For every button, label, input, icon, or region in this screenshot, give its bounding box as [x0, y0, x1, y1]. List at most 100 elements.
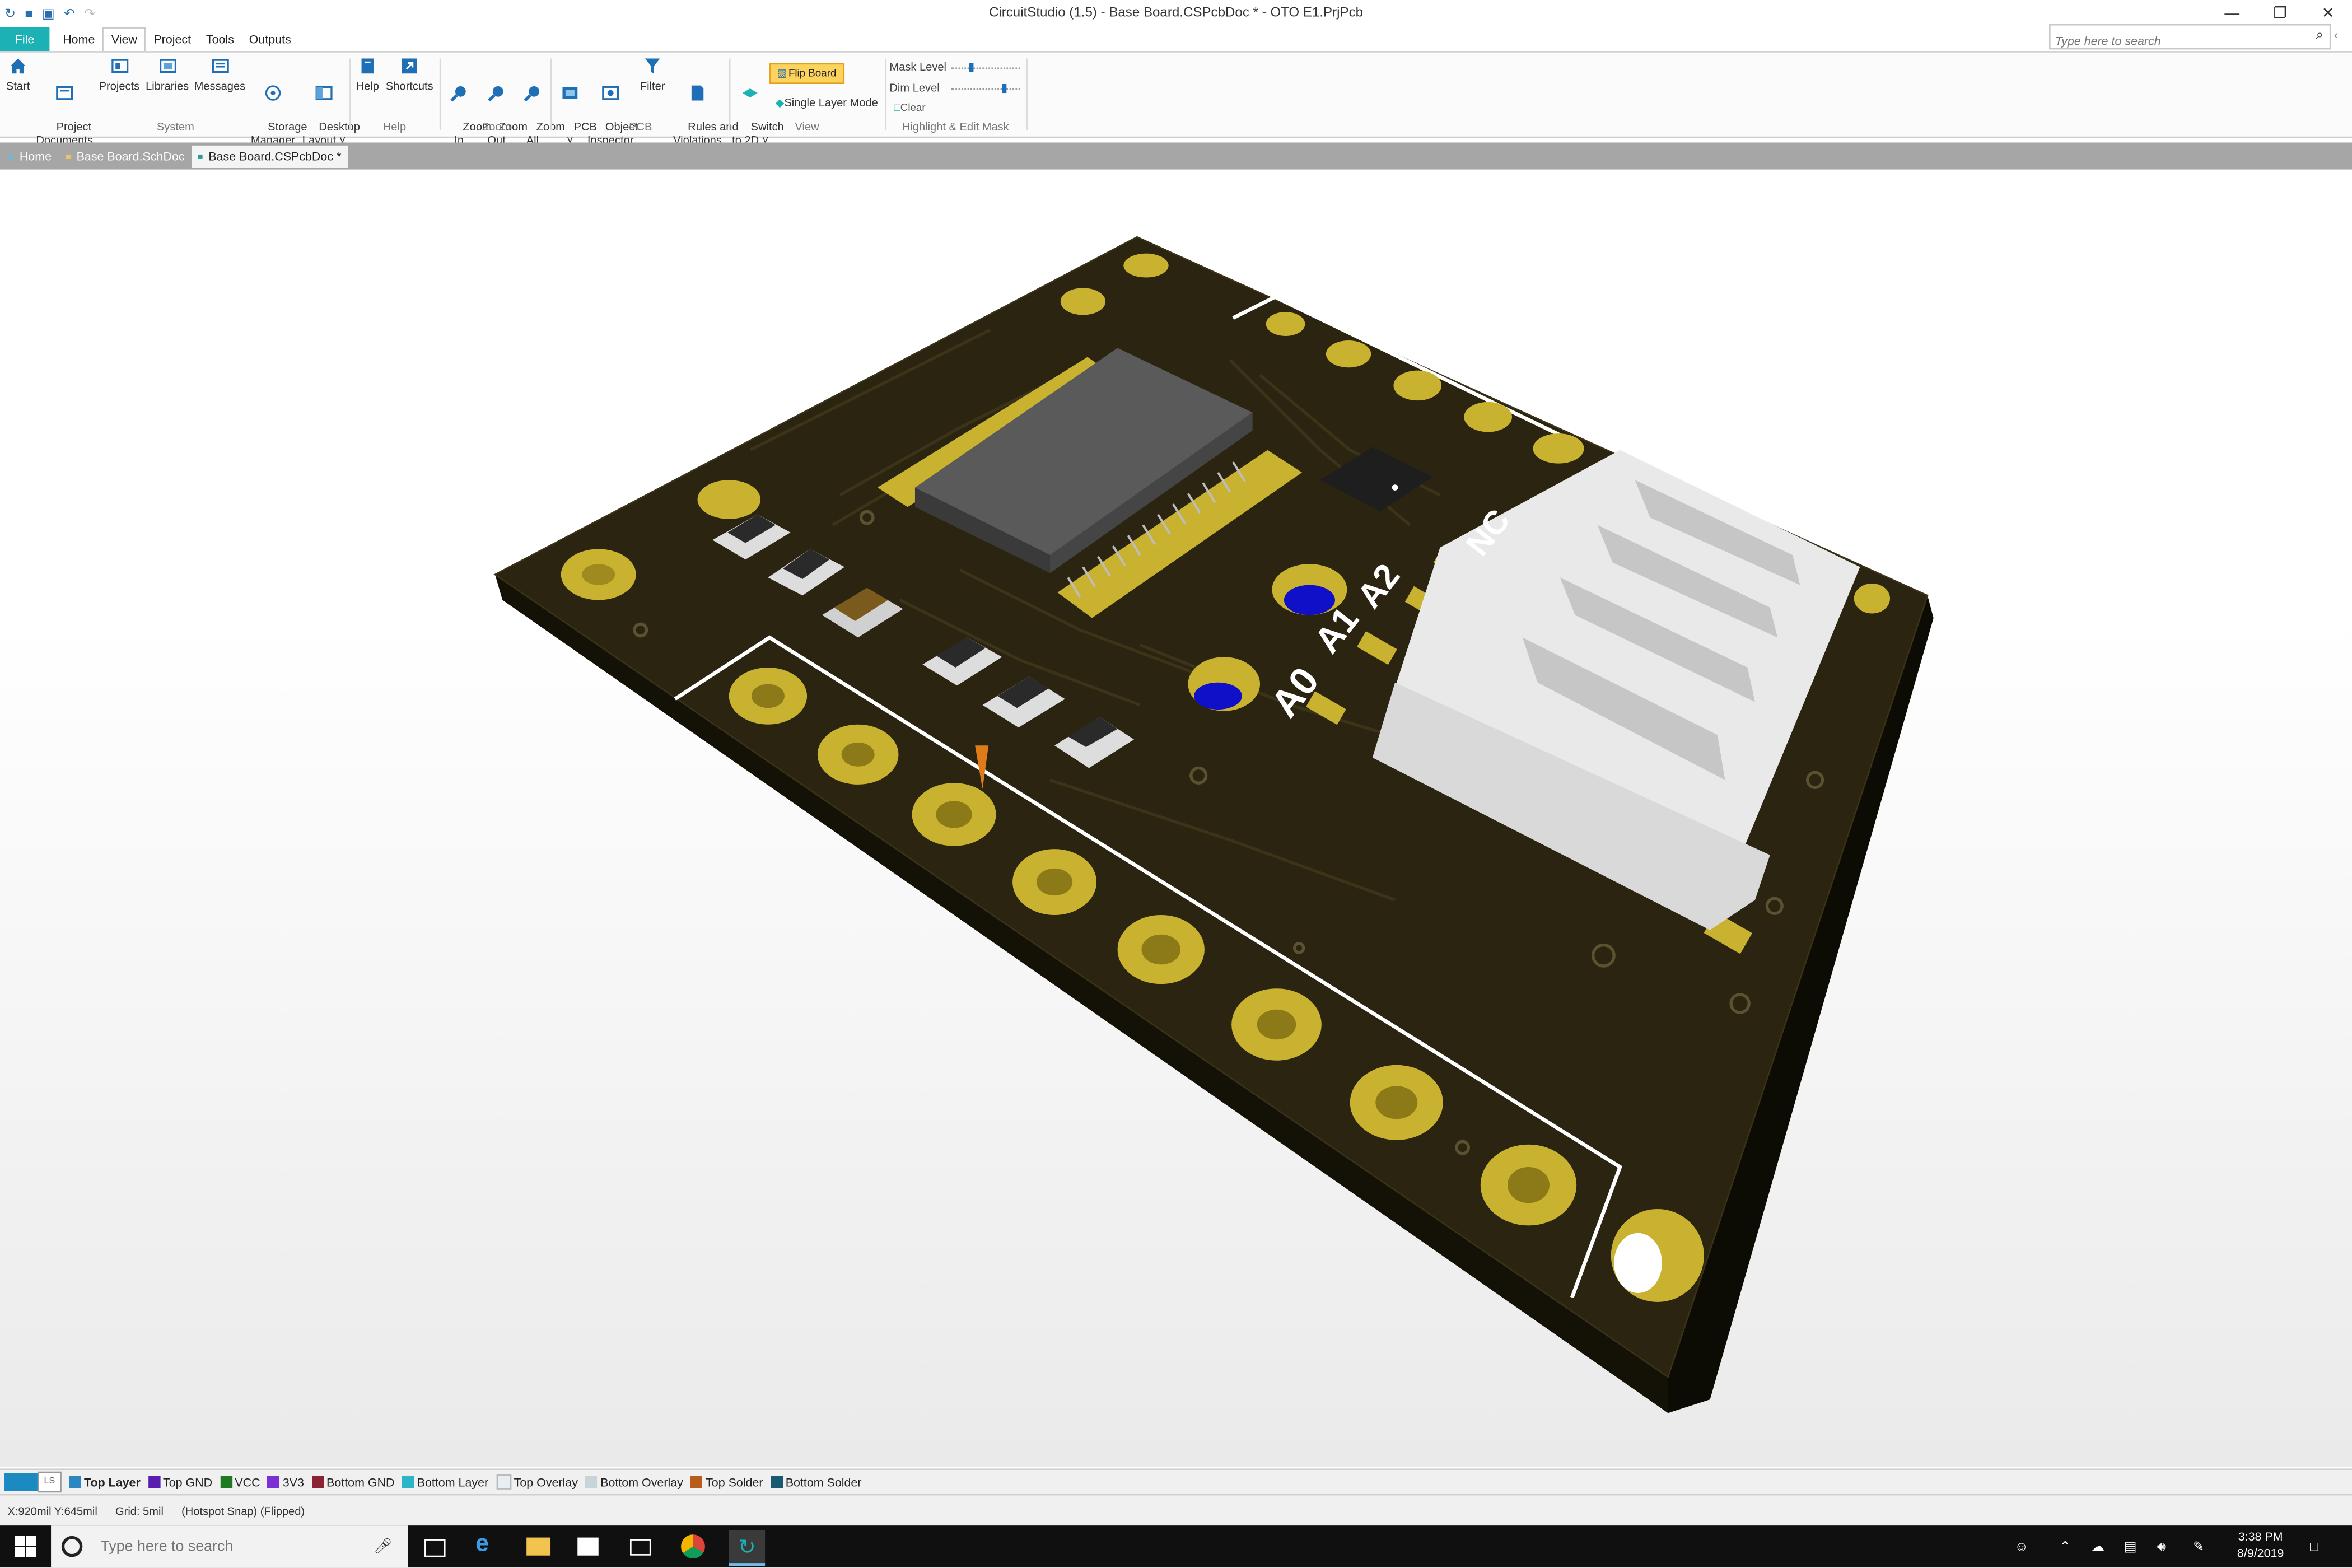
task-view-icon[interactable] — [424, 1539, 446, 1557]
flip-board-button[interactable]: ▧ Flip Board — [769, 63, 844, 85]
layer-set-button[interactable]: LS — [37, 1471, 62, 1493]
tab-pcbdoc[interactable]: Base Board.CSPcbDoc * — [192, 145, 348, 169]
search-input[interactable] — [2050, 31, 2307, 52]
inspector-icon — [602, 86, 619, 100]
taskbar-search[interactable]: 🎤︎ — [51, 1525, 408, 1568]
layer-color-swatch — [585, 1476, 598, 1488]
layer-tab-bottom-layer[interactable]: Bottom Layer — [402, 1475, 488, 1489]
messages-button[interactable]: Messages — [194, 57, 246, 93]
notifications-icon[interactable]: □ — [2310, 1539, 2318, 1554]
windows-start-icon[interactable] — [13, 1534, 38, 1558]
mask-level-slider[interactable] — [951, 63, 1020, 77]
status-coordinates: X:920mil Y:645mil — [7, 1504, 97, 1518]
layer-tab-top-layer[interactable]: Top Layer — [69, 1475, 141, 1489]
layer-tab-bottom-gnd[interactable]: Bottom GND — [311, 1475, 395, 1489]
layer-tab-vcc[interactable]: VCC — [220, 1475, 260, 1489]
cortana-circle-icon — [61, 1536, 83, 1557]
pen-icon[interactable]: ✎ — [2193, 1539, 2204, 1555]
group-label-system: System — [156, 120, 194, 134]
menu-project[interactable]: Project — [146, 27, 198, 51]
layer-color-swatch — [496, 1474, 511, 1490]
layer-color-swatch — [220, 1476, 232, 1488]
close-button[interactable]: ✕ — [2304, 0, 2352, 27]
menu-file[interactable]: File — [0, 27, 50, 52]
microphone-icon[interactable]: 🎤︎ — [374, 1538, 393, 1555]
chip-pin1-marker — [1392, 484, 1398, 491]
taskbar-search-input[interactable] — [97, 1537, 374, 1557]
flip-board-icon: ▧ — [777, 69, 787, 80]
single-layer-icon: ◆ — [775, 96, 785, 110]
layer-tab-top-overlay[interactable]: Top Overlay — [496, 1474, 578, 1490]
start-button[interactable]: Start — [4, 57, 31, 93]
tab-schdoc[interactable]: Base Board.SchDoc — [60, 146, 190, 168]
projects-icon — [110, 59, 128, 73]
layer-tab-bottom-solder[interactable]: Bottom Solder — [770, 1475, 862, 1489]
layer-tab-top-gnd[interactable]: Top GND — [148, 1475, 212, 1489]
shortcuts-button[interactable]: Shortcuts — [384, 57, 435, 93]
libraries-button[interactable]: Libraries — [144, 57, 190, 93]
menu-bar: File Home View Project Tools Outputs — [0, 27, 298, 52]
layer-tab-top-solder[interactable]: Top Solder — [690, 1475, 763, 1489]
group-divider — [1026, 58, 1028, 131]
mail-icon[interactable] — [630, 1539, 651, 1556]
menu-home[interactable]: Home — [55, 27, 102, 51]
file-explorer-icon[interactable] — [526, 1537, 551, 1556]
volume-icon[interactable]: 🔊︎ — [2157, 1539, 2166, 1555]
status-grid: Grid: 5mil — [115, 1504, 164, 1518]
tab-home[interactable]: Home — [3, 146, 57, 168]
zoom-out-icon — [488, 86, 503, 102]
help-button[interactable]: Help — [354, 57, 381, 93]
chrome-icon[interactable] — [681, 1534, 705, 1559]
layer-color-swatch — [402, 1476, 414, 1488]
status-snap: (Hotspot Snap) (Flipped) — [181, 1504, 305, 1518]
onedrive-icon[interactable]: ☁ — [2091, 1539, 2104, 1555]
libraries-icon — [158, 59, 176, 73]
layer-color-swatch — [770, 1476, 783, 1488]
people-icon[interactable]: ☺ — [2014, 1539, 2028, 1554]
zoom-all-icon — [524, 86, 539, 102]
menu-tools[interactable]: Tools — [198, 27, 241, 51]
network-icon[interactable]: ▤ — [2124, 1539, 2137, 1555]
dim-level-label: Dim Level — [889, 81, 940, 95]
search-options-icon[interactable]: ‹ — [2334, 29, 2338, 42]
taskbar-clock[interactable]: 3:38 PM 8/9/2019 — [2217, 1528, 2304, 1561]
search-box[interactable]: ⌕ — [2048, 24, 2331, 52]
tray-chevron-icon[interactable]: ⌃ — [2060, 1539, 2071, 1555]
layer-tabs: LS Top Layer Top GND VCC 3V3 Bottom GND … — [0, 1468, 2352, 1496]
restore-button[interactable]: ❐ — [2256, 0, 2304, 27]
menu-outputs[interactable]: Outputs — [241, 27, 298, 51]
group-divider — [349, 58, 351, 131]
dim-level-slider[interactable] — [951, 84, 1020, 97]
layer-tab-bottom-overlay[interactable]: Bottom Overlay — [585, 1475, 683, 1489]
layer-tab-3v3[interactable]: 3V3 — [267, 1475, 304, 1489]
document-tabs: Home Base Board.SchDoc Base Board.CSPcbD… — [0, 142, 2352, 170]
app-window: ↻ ■ ▣ ↶ ↷ CircuitStudio (1.5) - Base Boa… — [0, 0, 2352, 1568]
pcb-3d-render[interactable]: NC A2 A1 A0 — [0, 170, 2352, 1467]
minimize-button[interactable]: — — [2208, 0, 2256, 27]
pcb-tab-icon — [198, 154, 203, 159]
current-layer-swatch[interactable] — [4, 1473, 38, 1491]
mask-level-thumb[interactable] — [969, 63, 974, 72]
single-layer-mode-button[interactable]: ◆Single Layer Mode — [776, 96, 878, 109]
filter-button[interactable]: Filter — [637, 57, 668, 93]
dim-level-thumb[interactable] — [1002, 84, 1007, 94]
circuitstudio-taskbar-icon[interactable]: ↻ — [729, 1530, 766, 1566]
group-label-pcb: PCB — [629, 120, 652, 134]
layer-color-swatch — [148, 1476, 160, 1488]
store-icon[interactable] — [577, 1537, 599, 1556]
ribbon: Start Project Documents Projects Librari… — [0, 51, 2352, 147]
edge-browser-icon[interactable]: e — [475, 1532, 500, 1557]
messages-icon — [211, 59, 228, 73]
clear-mask-button[interactable]: □Clear — [894, 104, 925, 114]
shortcuts-icon — [402, 58, 417, 74]
pcb-3d-viewport[interactable]: NC A2 A1 A0 — [0, 169, 2352, 1467]
rules-icon — [691, 85, 704, 101]
projects-button[interactable]: Projects — [97, 57, 141, 93]
search-icon[interactable]: ⌕ — [2316, 27, 2324, 43]
clear-icon: □ — [894, 103, 900, 114]
menu-view[interactable]: View — [102, 27, 146, 52]
help-book-icon — [361, 58, 374, 74]
storage-icon — [265, 85, 281, 101]
layer-color-swatch — [69, 1476, 81, 1488]
home-icon — [10, 58, 26, 74]
